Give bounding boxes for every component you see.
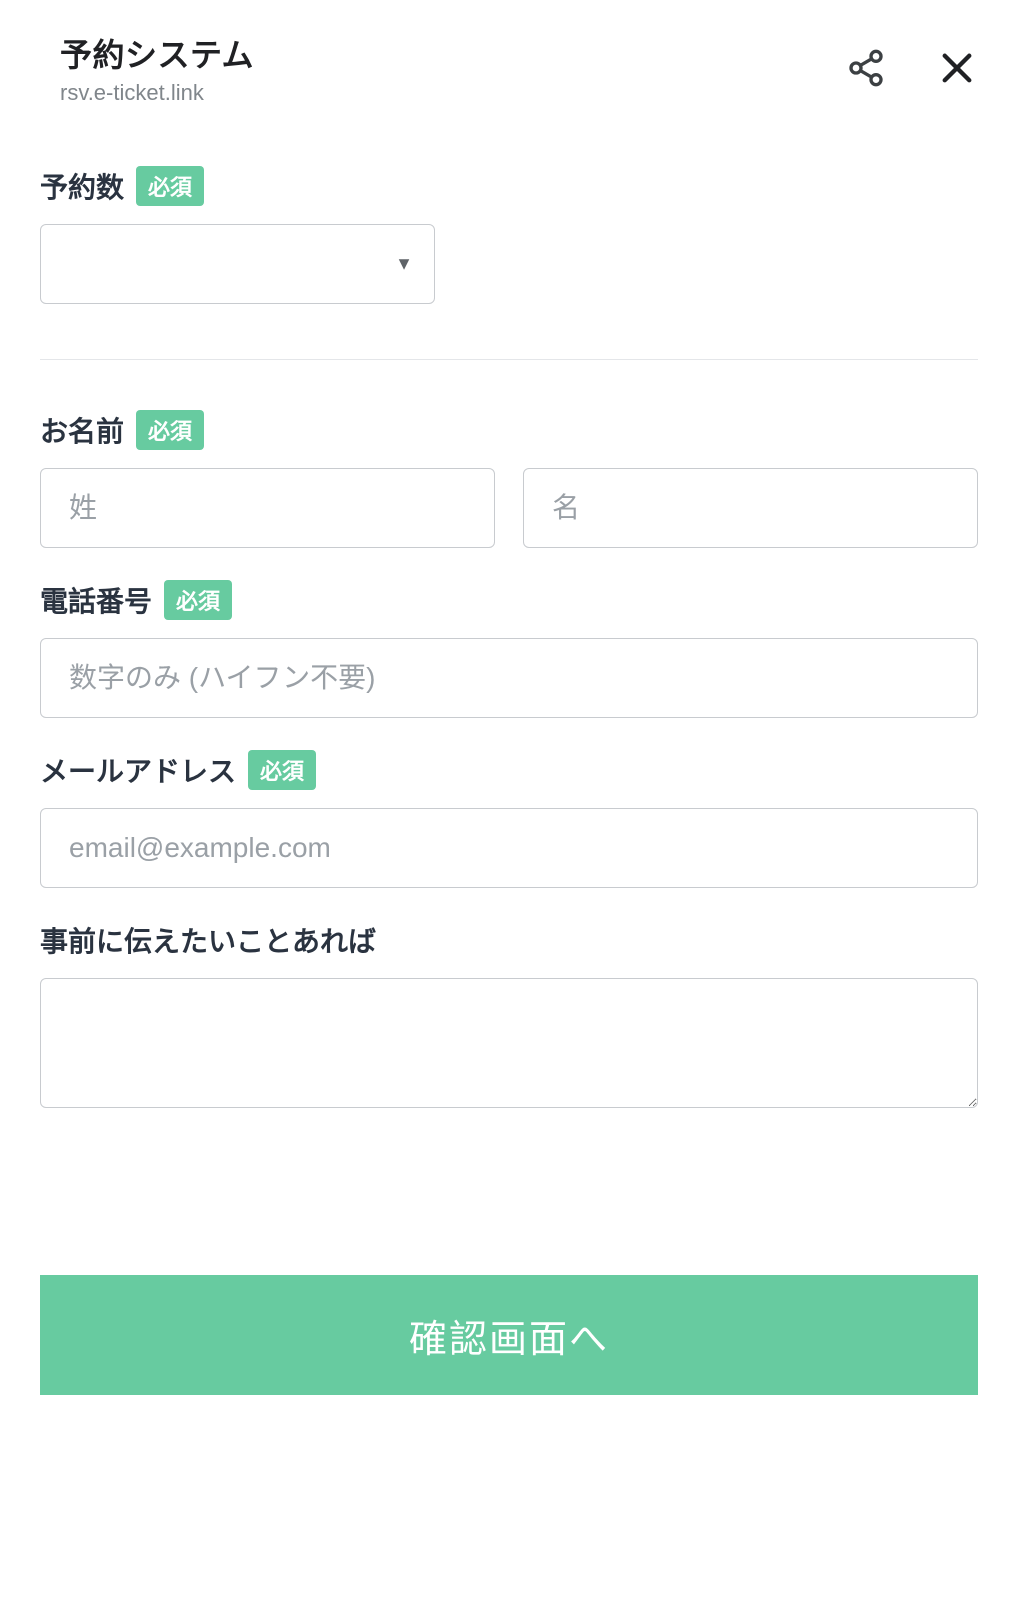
name-section: お名前 必須 [40, 410, 978, 548]
required-badge: 必須 [136, 410, 204, 450]
submit-button[interactable]: 確認画面へ [40, 1275, 978, 1395]
name-input-row [40, 468, 978, 548]
page-url: rsv.e-ticket.link [60, 80, 254, 106]
app-header: 予約システム rsv.e-ticket.link [0, 0, 1018, 126]
last-name-input[interactable] [40, 468, 495, 548]
required-badge: 必須 [248, 750, 316, 790]
form-content: 予約数 必須 ▼ お名前 必須 電話番号 必須 メールアドレス 必須 [0, 126, 1018, 1415]
page-title: 予約システム [60, 30, 254, 76]
section-divider [40, 359, 978, 360]
first-name-input[interactable] [523, 468, 978, 548]
phone-section: 電話番号 必須 [40, 580, 978, 718]
header-title-group: 予約システム rsv.e-ticket.link [60, 30, 254, 106]
select-wrapper: ▼ [40, 224, 435, 304]
reservation-count-section: 予約数 必須 ▼ [40, 166, 978, 304]
required-badge: 必須 [136, 166, 204, 206]
share-button[interactable] [846, 48, 886, 88]
phone-label: 電話番号 [40, 580, 152, 620]
required-badge: 必須 [164, 580, 232, 620]
label-row: メールアドレス 必須 [40, 750, 978, 790]
label-row: 電話番号 必須 [40, 580, 978, 620]
name-label: お名前 [40, 410, 124, 450]
share-icon [846, 48, 886, 88]
close-button[interactable] [936, 47, 978, 89]
reservation-count-select[interactable] [40, 224, 435, 304]
label-row: 事前に伝えたいことあれば [40, 920, 978, 960]
email-label: メールアドレス [40, 750, 236, 790]
email-section: メールアドレス 必須 [40, 750, 978, 888]
message-section: 事前に伝えたいことあれば [40, 920, 978, 1113]
label-row: お名前 必須 [40, 410, 978, 450]
email-input[interactable] [40, 808, 978, 888]
message-textarea[interactable] [40, 978, 978, 1108]
message-label: 事前に伝えたいことあれば [40, 920, 376, 960]
label-row: 予約数 必須 [40, 166, 978, 206]
header-actions [846, 47, 978, 89]
phone-input[interactable] [40, 638, 978, 718]
reservation-count-label: 予約数 [40, 166, 124, 206]
close-icon [936, 47, 978, 89]
